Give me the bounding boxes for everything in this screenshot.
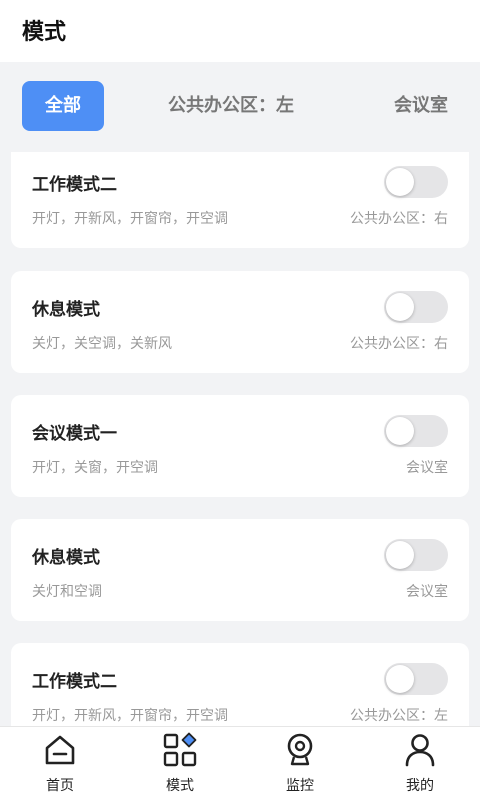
mode-room: 公共办公区：右 (350, 336, 448, 352)
toggle-knob (386, 665, 414, 693)
toggle-knob (386, 293, 414, 321)
toggle-knob (386, 168, 414, 196)
tabbar-label: 我的 (406, 778, 434, 794)
mode-room: 会议室 (406, 460, 448, 476)
bottom-tab-bar: 首页 模式 监控 我的 (0, 726, 480, 800)
tab-meeting-room[interactable]: 会议室 (394, 81, 448, 131)
page-title: 模式 (22, 20, 67, 45)
mode-title: 工作模式二 (32, 672, 117, 692)
mode-description: 开灯，开新风，开窗帘，开空调 (32, 708, 228, 724)
tabbar-label: 监控 (286, 778, 314, 794)
mode-card[interactable]: 休息模式 关灯和空调 会议室 (11, 519, 469, 621)
mode-title: 工作模式二 (32, 175, 117, 195)
tabbar-label: 首页 (46, 778, 74, 794)
tabbar-item-monitor[interactable]: 监控 (240, 727, 360, 800)
tabbar-item-mode[interactable]: 模式 (120, 727, 240, 800)
mode-room: 公共办公区：右 (350, 211, 448, 227)
mode-description: 开灯，关窗，开空调 (32, 460, 158, 476)
toggle-knob (386, 417, 414, 445)
tab-public-office-left[interactable]: 公共办公区：左 (168, 81, 294, 131)
mode-toggle[interactable] (384, 415, 448, 447)
mode-toggle[interactable] (384, 291, 448, 323)
mode-description: 开灯，开新风，开窗帘，开空调 (32, 211, 228, 227)
tabbar-label: 模式 (166, 778, 194, 794)
mode-card[interactable]: 工作模式二 开灯，开新风，开窗帘，开空调 公共办公区：左 (11, 643, 469, 726)
top-header: 模式 (0, 0, 480, 62)
tab-all[interactable]: 全部 (22, 81, 104, 131)
tabbar-item-home[interactable]: 首页 (0, 727, 120, 800)
mode-description: 关灯，关空调，关新风 (32, 336, 172, 352)
filter-tabs: 全部 公共办公区：左 会议室 (0, 62, 480, 152)
mode-list: 工作模式二 开灯，开新风，开窗帘，开空调 公共办公区：右 休息模式 关灯，关空调… (0, 152, 480, 726)
mode-room: 会议室 (406, 584, 448, 600)
mode-toggle[interactable] (384, 539, 448, 571)
user-icon (405, 734, 435, 767)
home-icon (45, 735, 75, 765)
tabbar-item-me[interactable]: 我的 (360, 727, 480, 800)
mode-title: 休息模式 (32, 548, 100, 568)
mode-description: 关灯和空调 (32, 584, 102, 600)
mode-card[interactable]: 休息模式 关灯，关空调，关新风 公共办公区：右 (11, 271, 469, 373)
mode-title: 休息模式 (32, 300, 100, 320)
mode-card[interactable]: 会议模式一 开灯，关窗，开空调 会议室 (11, 395, 469, 497)
mode-toggle[interactable] (384, 663, 448, 695)
mode-grid-icon (163, 732, 197, 767)
toggle-knob (386, 541, 414, 569)
mode-title: 会议模式一 (32, 424, 117, 444)
mode-card[interactable]: 工作模式二 开灯，开新风，开窗帘，开空调 公共办公区：右 (11, 152, 469, 248)
camera-icon (287, 733, 313, 766)
mode-toggle[interactable] (384, 166, 448, 198)
mode-room: 公共办公区：左 (350, 708, 448, 724)
